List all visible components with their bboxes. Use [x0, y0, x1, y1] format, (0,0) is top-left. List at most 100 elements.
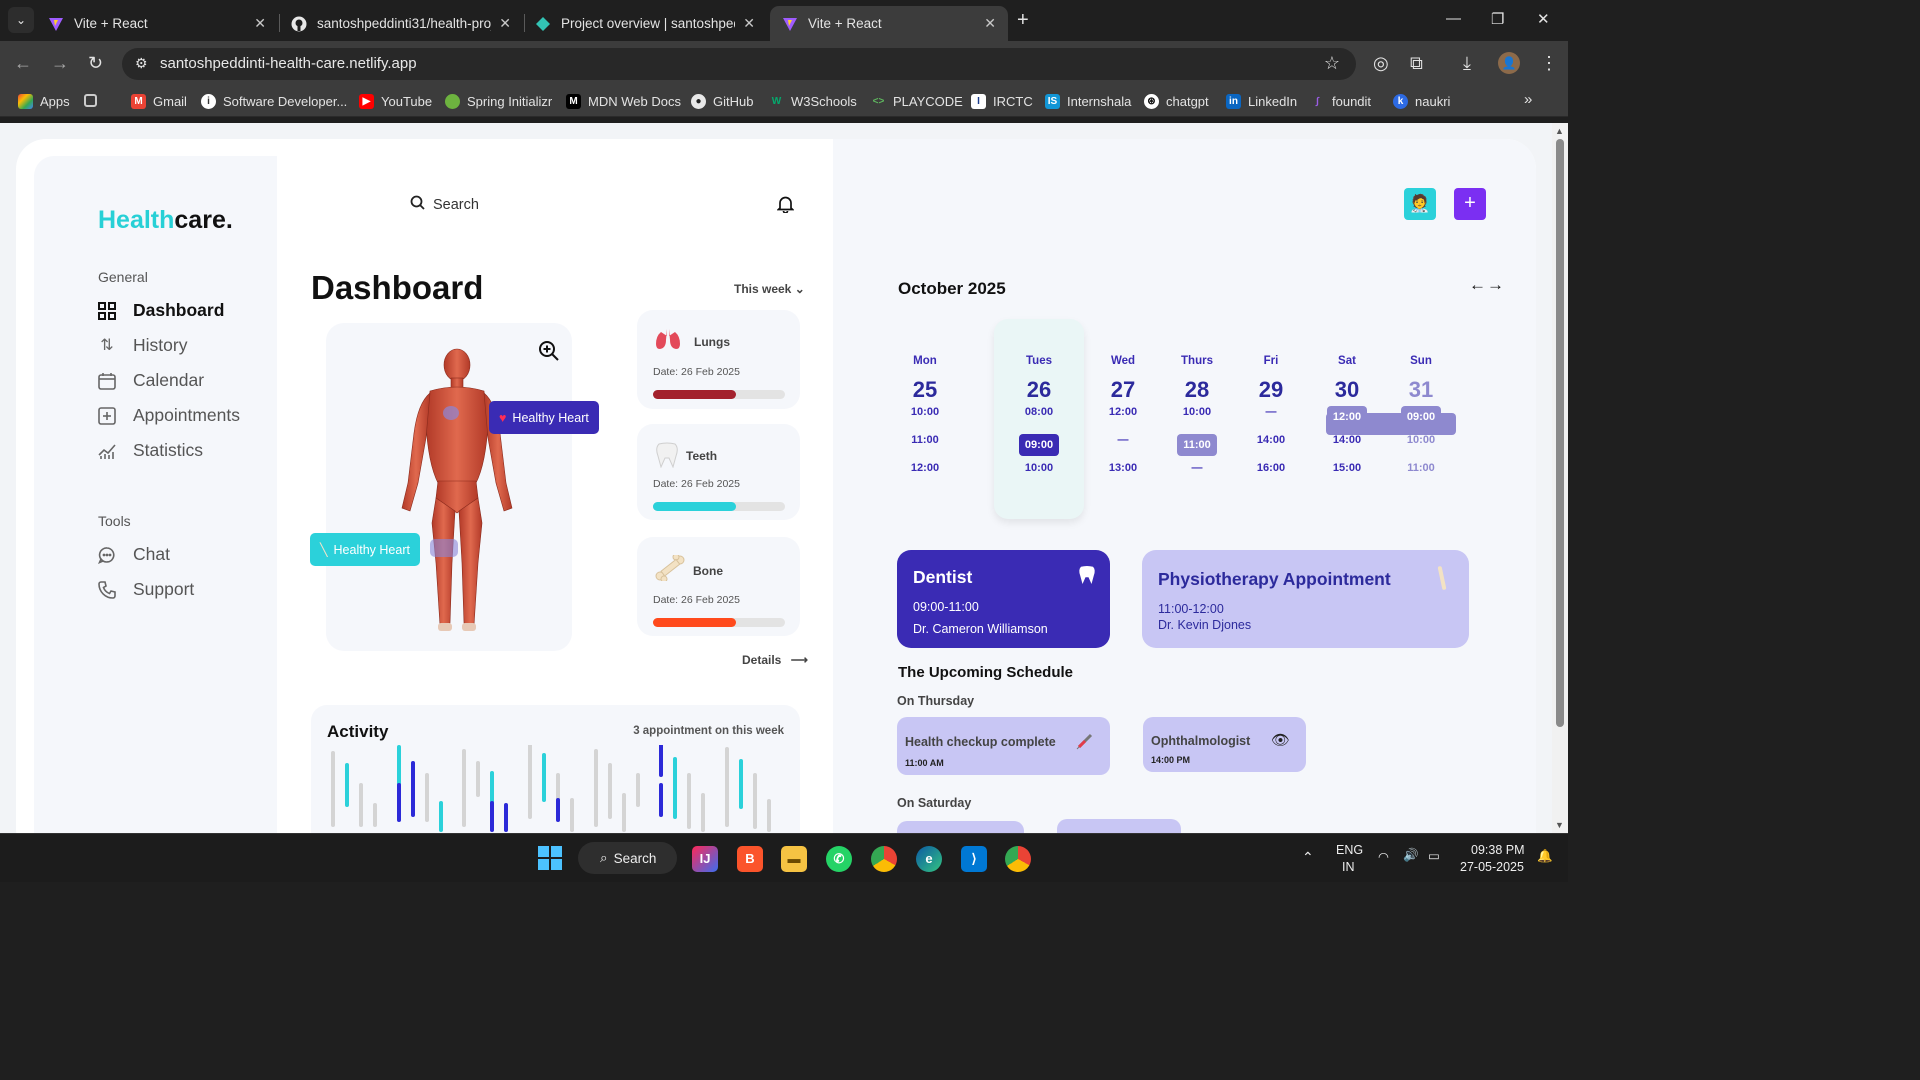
- time-slot[interactable]: 11:00: [880, 434, 970, 446]
- bookmark-internshala[interactable]: IS Internshala: [1045, 94, 1131, 109]
- chrome-profile-icon[interactable]: [1005, 846, 1031, 872]
- time-slot[interactable]: 08:00: [994, 406, 1084, 418]
- bookmark-star-icon[interactable]: ☆: [1324, 53, 1340, 74]
- bookmark-software-developer[interactable]: i Software Developer...: [201, 94, 347, 109]
- sidebar-item-calendar[interactable]: Calendar: [98, 370, 204, 391]
- chevron-up-icon[interactable]: ⌃: [1302, 849, 1314, 866]
- volume-icon[interactable]: 🔊: [1403, 848, 1419, 863]
- arrow-right-icon[interactable]: →: [1487, 275, 1505, 294]
- window-close-icon[interactable]: ✕: [1537, 10, 1550, 28]
- tab-4-active[interactable]: Vite + React ✕: [770, 6, 1008, 41]
- clock-time[interactable]: 09:38 PM: [1471, 843, 1525, 857]
- download-icon[interactable]: ⤓: [1463, 53, 1471, 74]
- period-dropdown[interactable]: This week ⌄: [734, 282, 805, 296]
- calendar-day-sun[interactable]: Sun 31 09:00 10:00 11:00: [1376, 319, 1466, 519]
- extensions-puzzle-icon[interactable]: ⧉: [1410, 53, 1423, 74]
- new-tab-button[interactable]: +: [1017, 9, 1029, 32]
- sidebar-item-appointments[interactable]: Appointments: [98, 405, 240, 426]
- taskbar-search[interactable]: ⌕ Search: [578, 842, 677, 874]
- sidebar-item-dashboard[interactable]: Dashboard: [98, 300, 224, 321]
- bookmark-w3schools[interactable]: W W3Schools: [769, 94, 857, 109]
- time-slot[interactable]: 09:00: [994, 434, 1084, 456]
- chrome-icon[interactable]: [871, 846, 897, 872]
- close-icon[interactable]: ✕: [254, 15, 266, 32]
- time-slot[interactable]: 12:00: [880, 462, 970, 474]
- arrow-left-icon[interactable]: ←: [1469, 275, 1487, 294]
- edge-icon[interactable]: e: [916, 846, 942, 872]
- scroll-down-icon[interactable]: ▼: [1555, 820, 1564, 830]
- profile-avatar[interactable]: 👤: [1498, 52, 1520, 74]
- minimize-icon[interactable]: —: [1446, 10, 1461, 27]
- schedule-item-health-checkup[interactable]: Health checkup complete 11:00 AM: [897, 717, 1110, 775]
- close-icon[interactable]: ✕: [499, 15, 511, 32]
- bookmark-playcode[interactable]: <> PLAYCODE: [871, 94, 963, 109]
- details-link[interactable]: Details ⟶: [742, 653, 808, 667]
- close-icon[interactable]: ✕: [984, 15, 996, 32]
- windows-start-icon[interactable]: [538, 846, 562, 870]
- tab-3[interactable]: Project overview | santoshpedd ✕: [523, 6, 767, 41]
- bookmark-grid[interactable]: [84, 94, 104, 107]
- address-bar[interactable]: ⚙ santoshpeddinti-health-care.netlify.ap…: [122, 48, 1356, 80]
- time-slot[interactable]: 11:00: [1376, 462, 1466, 474]
- scroll-up-icon[interactable]: ▲: [1555, 126, 1564, 136]
- bookmark-youtube[interactable]: ▶ YouTube: [359, 94, 432, 109]
- tab-2[interactable]: santoshpeddinti31/health-proje ✕: [279, 6, 523, 41]
- time-slot[interactable]: 10:00: [880, 406, 970, 418]
- bookmark-spring[interactable]: Spring Initializr: [445, 94, 552, 109]
- stat-card-teeth[interactable]: Teeth Date: 26 Feb 2025: [637, 424, 800, 520]
- bell-icon[interactable]: [776, 195, 795, 218]
- page-scrollbar[interactable]: ▲ ▼: [1552, 123, 1568, 833]
- bookmark-naukri[interactable]: k naukri: [1393, 94, 1450, 109]
- add-button[interactable]: +: [1454, 188, 1486, 220]
- sidebar-item-support[interactable]: Support: [98, 579, 194, 600]
- close-icon[interactable]: ✕: [743, 15, 755, 32]
- sidebar-item-statistics[interactable]: Statistics: [98, 440, 203, 461]
- bookmark-chatgpt[interactable]: ⊛ chatgpt: [1144, 94, 1209, 109]
- healthy-leg-tag[interactable]: ╲ Healthy Heart: [310, 533, 420, 566]
- whatsapp-icon[interactable]: ✆: [826, 846, 852, 872]
- time-slot[interactable]: 10:00: [1376, 434, 1466, 446]
- bookmark-mdn[interactable]: M MDN Web Docs: [566, 94, 681, 109]
- bookmark-github[interactable]: ● GitHub: [691, 94, 753, 109]
- notification-bell-icon[interactable]: 🔔: [1537, 849, 1553, 864]
- sidebar-item-chat[interactable]: Chat: [97, 544, 170, 565]
- restore-icon[interactable]: ❐: [1491, 10, 1504, 28]
- search-box[interactable]: Search: [410, 195, 479, 214]
- brave-icon[interactable]: B: [737, 846, 763, 872]
- calendar-day-mon[interactable]: Mon 25 10:00 11:00 12:00: [880, 319, 970, 519]
- app-logo[interactable]: Healthcare.: [98, 206, 233, 235]
- sidebar-item-history[interactable]: ⇅ History: [98, 335, 187, 356]
- time-slot[interactable]: 09:00: [1376, 406, 1466, 428]
- healthy-heart-tag[interactable]: ♥ Healthy Heart: [489, 401, 599, 434]
- appointment-card-dentist[interactable]: Dentist 09:00-11:00 Dr. Cameron Williams…: [897, 550, 1110, 648]
- tab-1[interactable]: Vite + React ✕: [36, 6, 278, 41]
- stat-card-bone[interactable]: Bone Date: 26 Feb 2025: [637, 537, 800, 636]
- reload-icon[interactable]: ↻: [88, 53, 103, 74]
- battery-icon[interactable]: ▭: [1428, 848, 1440, 863]
- time-slot[interactable]: 10:00: [994, 462, 1084, 474]
- schedule-item-ophthalmologist[interactable]: Ophthalmologist 14:00 PM 👁: [1143, 717, 1306, 772]
- bookmark-apps[interactable]: Apps: [18, 94, 70, 109]
- language-indicator[interactable]: ENG: [1336, 843, 1363, 857]
- tab-search-dropdown[interactable]: ⌄: [8, 7, 34, 33]
- wifi-icon[interactable]: ◠: [1378, 849, 1389, 864]
- more-bookmarks-icon[interactable]: »: [1524, 91, 1532, 108]
- scrollbar-thumb[interactable]: [1556, 139, 1564, 727]
- site-settings-icon[interactable]: ⚙: [135, 55, 148, 72]
- bookmark-foundit[interactable]: ∫ foundit: [1310, 94, 1371, 109]
- bookmark-gmail[interactable]: M Gmail: [131, 94, 187, 109]
- file-explorer-icon[interactable]: ▬: [781, 846, 807, 872]
- stat-card-lungs[interactable]: Lungs Date: 26 Feb 2025: [637, 310, 800, 409]
- menu-kebab-icon[interactable]: ⋮: [1540, 53, 1558, 74]
- user-avatar-button[interactable]: 🧑‍⚕️: [1404, 188, 1436, 220]
- bookmark-linkedin[interactable]: in LinkedIn: [1226, 94, 1297, 109]
- forward-arrow-icon[interactable]: →: [51, 53, 69, 74]
- appointment-card-physiotherapy[interactable]: Physiotherapy Appointment 11:00-12:00 Dr…: [1142, 550, 1469, 648]
- intellij-icon[interactable]: IJ: [692, 846, 718, 872]
- vscode-icon[interactable]: ⟩: [961, 846, 987, 872]
- extension-target-icon[interactable]: ◎: [1373, 53, 1389, 74]
- calendar-day-tues[interactable]: Tues 26 08:00 09:00 10:00: [994, 319, 1084, 519]
- schedule-item-saturday-1[interactable]: [897, 821, 1024, 833]
- schedule-item-saturday-2[interactable]: [1057, 819, 1181, 833]
- bookmark-irctc[interactable]: I IRCTC: [971, 94, 1033, 109]
